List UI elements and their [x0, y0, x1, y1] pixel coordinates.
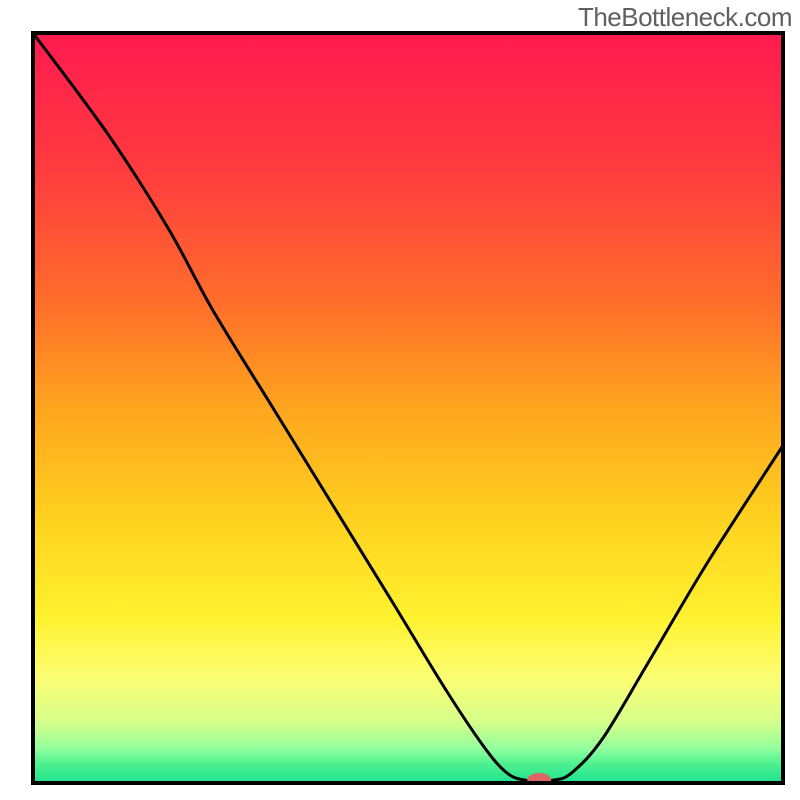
- watermark-text: TheBottleneck.com: [578, 2, 792, 33]
- gradient-background: [33, 33, 783, 783]
- bottleneck-chart: [0, 0, 800, 800]
- chart-container: TheBottleneck.com: [0, 0, 800, 800]
